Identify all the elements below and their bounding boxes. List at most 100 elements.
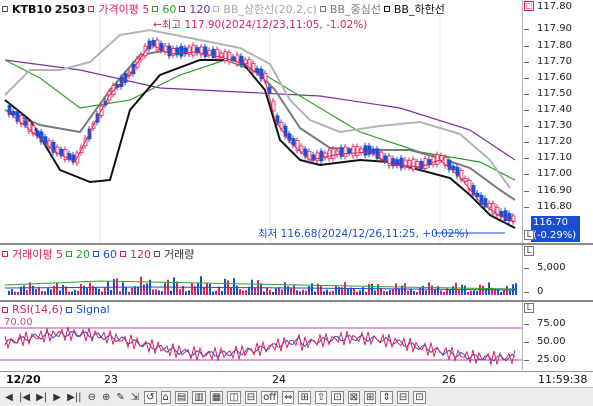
volume-bar xyxy=(179,289,181,295)
off-toggle[interactable]: off xyxy=(261,390,279,404)
pause-button[interactable]: ▶|| xyxy=(66,391,82,404)
legend-marker-icon xyxy=(383,6,390,12)
volume-bar xyxy=(500,291,502,295)
volume-bar xyxy=(8,290,10,295)
legend-vol-ma5[interactable]: 거래이평 5 xyxy=(12,246,63,262)
y-tick: 0 xyxy=(523,286,544,297)
volume-bar xyxy=(209,283,211,295)
volume-bar xyxy=(299,291,301,295)
volume-bar xyxy=(176,281,178,295)
legend-marker-icon xyxy=(2,6,8,12)
volume-bar xyxy=(260,283,262,295)
volume-bar xyxy=(143,284,145,295)
volume-bar xyxy=(476,291,478,295)
up-button[interactable]: ⇧ xyxy=(314,390,328,404)
zoom-out-button[interactable]: ⊖ xyxy=(87,391,97,404)
minimize-button[interactable]: ⊟ xyxy=(396,390,410,404)
last-button[interactable]: ▶| xyxy=(35,391,48,404)
volume-bar xyxy=(110,289,112,295)
legend-marker-icon xyxy=(319,6,326,12)
panel-lock-button[interactable]: L xyxy=(524,303,534,313)
panel-lock-button[interactable]: L xyxy=(524,246,534,256)
legend-ma120[interactable]: 120 xyxy=(189,3,210,16)
volume-bar xyxy=(101,291,103,295)
zoom-in-button[interactable]: ⊕ xyxy=(101,391,111,404)
first-button[interactable]: |◀ xyxy=(18,391,31,404)
legend-rsi[interactable]: RSI(14,6) xyxy=(12,303,63,316)
refresh-button[interactable]: ↺ xyxy=(144,390,157,404)
layout1-button[interactable]: ▤ xyxy=(174,390,189,404)
volume-bar xyxy=(11,289,13,295)
legend-vol-ma20[interactable]: 20 xyxy=(76,248,90,261)
volume-bar xyxy=(293,285,295,295)
restore-button[interactable]: ⊡ xyxy=(413,390,426,404)
draw-button[interactable]: ✎ xyxy=(115,391,125,404)
candle-body xyxy=(439,155,444,161)
volume-bar xyxy=(164,282,166,295)
price-y-axis[interactable]: 117.80 117.90 117.80 117.70 117.60 117.5… xyxy=(522,0,593,244)
grid-button[interactable]: ⊞ xyxy=(298,390,311,404)
legend-bb-upper[interactable]: BB_상한선(20,2,c) xyxy=(223,1,317,17)
volume-bar xyxy=(302,289,304,295)
price-chart-panel[interactable]: KTB10 2503 가격이평 5 60 120 BB_상한선(20,2,c) … xyxy=(0,0,593,244)
candle-body xyxy=(343,146,348,157)
volume-bar xyxy=(482,285,484,295)
volume-bar xyxy=(275,288,277,295)
volume-bar xyxy=(443,291,445,295)
candle-body xyxy=(359,148,364,153)
candle-body xyxy=(463,178,468,182)
legend-ma5[interactable]: 가격이평 5 xyxy=(98,1,149,17)
layout3-button[interactable]: ▦ xyxy=(209,390,224,404)
volume-bar xyxy=(323,291,325,295)
legend-vol-ma60[interactable]: 60 xyxy=(103,248,117,261)
collapse-button[interactable]: ⊟ xyxy=(244,390,258,404)
volume-bar xyxy=(137,286,139,295)
candle-body xyxy=(371,148,376,154)
close-box-button[interactable]: ⊠ xyxy=(347,390,361,404)
y-tick: 117.20 xyxy=(524,136,572,147)
layout2-button[interactable]: ▥ xyxy=(192,390,206,404)
volume-bar xyxy=(44,291,46,295)
volume-bar xyxy=(320,285,322,295)
legend-vol-ma120[interactable]: 120 xyxy=(130,248,151,261)
scroll-left-button[interactable]: ◀ xyxy=(4,391,14,404)
price-chart-canvas[interactable] xyxy=(0,0,522,244)
legend-bb-lower[interactable]: BB_하한선 xyxy=(394,1,445,17)
legend-ma60[interactable]: 60 xyxy=(162,3,176,16)
home-button[interactable]: ⌂ xyxy=(160,390,171,404)
y-tick: 117.80 xyxy=(524,1,572,12)
volume-bar xyxy=(470,290,472,295)
volume-bar xyxy=(371,283,373,295)
resize-button[interactable]: ⇕ xyxy=(380,390,393,404)
volume-bar xyxy=(203,287,205,295)
play-button[interactable]: ▶ xyxy=(52,391,62,404)
volume-bar xyxy=(392,288,394,295)
volume-bar xyxy=(467,291,469,295)
signal-line xyxy=(4,330,516,362)
box-button[interactable]: ⊡ xyxy=(331,390,344,404)
volume-chart-panel[interactable]: 거래이평 5 20 60 120 거래량 5,000 0 L xyxy=(0,245,593,301)
candle-body xyxy=(23,120,28,126)
rsi-chart-panel[interactable]: RSI(14,6) Signal 70.00 75.00 50.00 25.00… xyxy=(0,302,593,370)
split-button[interactable]: ◫ xyxy=(227,390,241,404)
current-change: (-0.29%) xyxy=(533,230,577,241)
panel-lock-button[interactable]: L xyxy=(524,230,534,240)
volume-bar xyxy=(188,290,190,295)
y-tick: 117.90 xyxy=(524,23,572,34)
legend-bb-mid[interactable]: BB_중심선 xyxy=(330,1,381,17)
fit-button[interactable]: ⇲ xyxy=(130,391,140,404)
volume-bar xyxy=(374,290,376,295)
panel-max-button[interactable]: □ xyxy=(524,1,534,11)
volume-bar xyxy=(236,285,238,295)
candle-body xyxy=(11,110,16,116)
exchange-button[interactable]: ⇔ xyxy=(282,390,295,404)
current-price-box: 116.70 (-0.29%) xyxy=(531,216,580,242)
legend-volume[interactable]: 거래량 xyxy=(164,246,194,262)
time-axis[interactable]: 12/20 23 24 26 11:59:38 xyxy=(0,371,593,386)
legend-signal[interactable]: Signal xyxy=(76,303,110,316)
high-annotation: ←최고 117.90(2024/12/23,11:05, -1.02%) xyxy=(153,19,368,31)
candle-body xyxy=(315,152,320,162)
legend-marker-icon xyxy=(152,6,159,12)
add-button[interactable]: ⊞ xyxy=(364,390,377,404)
volume-bar xyxy=(122,282,124,295)
